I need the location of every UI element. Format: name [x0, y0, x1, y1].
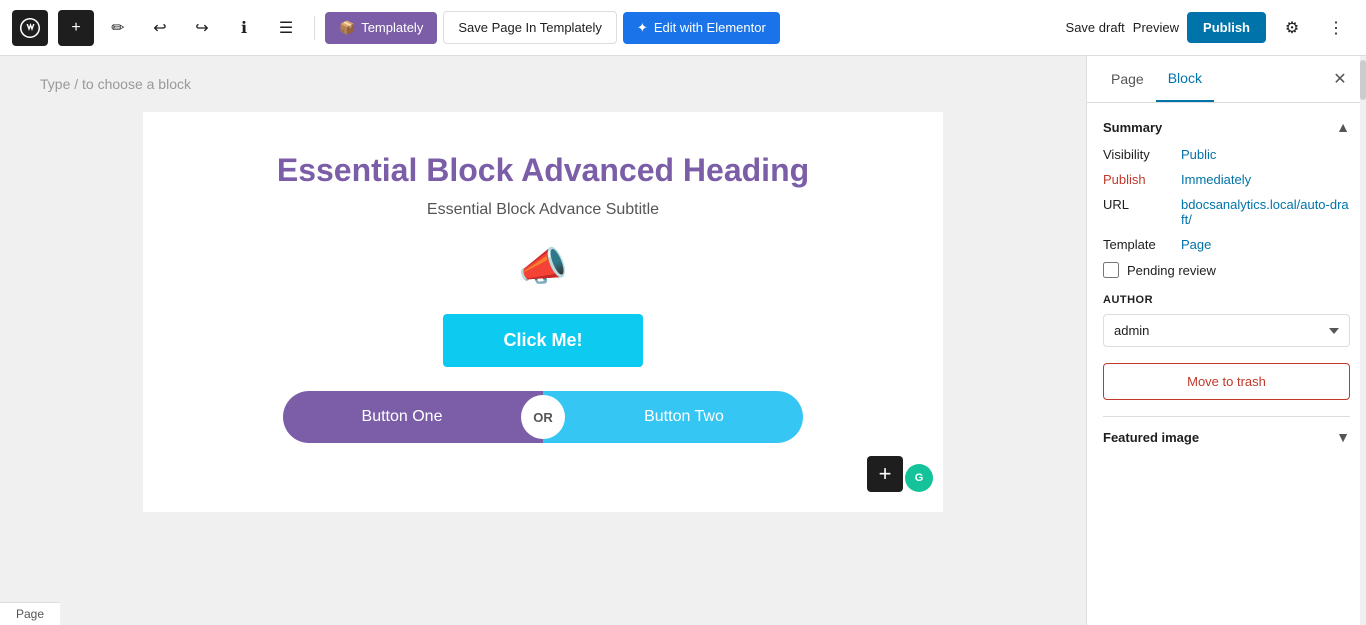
toolbar-right: Save draft Preview Publish ⚙ ⋮: [1066, 10, 1354, 46]
more-options-button[interactable]: ⋮: [1318, 10, 1354, 46]
pending-review-checkbox[interactable]: [1103, 262, 1119, 278]
featured-image-header[interactable]: Featured image ▼: [1103, 429, 1350, 445]
content-area: Essential Block Advanced Heading Essenti…: [143, 112, 943, 512]
author-section: AUTHOR admin: [1103, 294, 1350, 347]
close-icon: ✕: [1333, 69, 1346, 89]
visibility-label: Visibility: [1103, 147, 1173, 162]
status-bar: Page: [0, 602, 60, 625]
plus-icon: +: [879, 461, 892, 487]
publish-label: Publish: [1103, 172, 1173, 187]
panel-tabs: Page Block ✕: [1087, 56, 1366, 103]
author-label: AUTHOR: [1103, 294, 1350, 306]
url-value[interactable]: bdocsanalytics.local/auto-draft/: [1181, 197, 1350, 227]
editor-area[interactable]: Type / to choose a block Essential Block…: [0, 56, 1086, 625]
publish-button[interactable]: Publish: [1187, 12, 1266, 43]
tab-page[interactable]: Page: [1099, 56, 1156, 102]
redo-icon: ↪: [195, 18, 208, 38]
gear-icon: ⚙: [1285, 18, 1299, 38]
tab-block[interactable]: Block: [1156, 56, 1214, 102]
add-block-inline-button[interactable]: +: [867, 456, 903, 492]
close-panel-button[interactable]: ✕: [1326, 65, 1354, 93]
featured-image-toggle-button[interactable]: ▼: [1336, 429, 1350, 445]
button-one[interactable]: Button One: [283, 391, 521, 443]
elementor-button[interactable]: ✦ Edit with Elementor: [623, 12, 780, 44]
add-block-button[interactable]: +: [58, 10, 94, 46]
chevron-down-icon: ▼: [1336, 429, 1350, 445]
publish-value[interactable]: Immediately: [1181, 172, 1251, 187]
block-hint: Type / to choose a block: [40, 76, 1046, 92]
panel-content: Summary ▲ Visibility Public Publish Imme…: [1087, 103, 1366, 625]
redo-button[interactable]: ↪: [184, 10, 220, 46]
edit-tool-button[interactable]: ✏: [100, 10, 136, 46]
template-row: Template Page: [1103, 237, 1350, 252]
right-panel: Page Block ✕ Summary ▲ Visibility Public: [1086, 56, 1366, 625]
featured-image-section: Featured image ▼: [1103, 416, 1350, 445]
summary-header: Summary ▲: [1103, 119, 1350, 135]
info-icon: ℹ: [241, 18, 247, 38]
ellipsis-icon: ⋮: [1328, 18, 1344, 38]
icon-block: 📣: [183, 243, 903, 290]
summary-collapse-button[interactable]: ▲: [1336, 119, 1350, 135]
undo-button[interactable]: ↩: [142, 10, 178, 46]
publish-row: Publish Immediately: [1103, 172, 1350, 187]
grammarly-icon: G: [905, 464, 933, 492]
template-value[interactable]: Page: [1181, 237, 1211, 252]
move-to-trash-button[interactable]: Move to trash: [1103, 363, 1350, 400]
panel-scrollbar-thumb: [1360, 60, 1366, 100]
info-button[interactable]: ℹ: [226, 10, 262, 46]
undo-icon: ↩: [153, 18, 166, 38]
preview-button[interactable]: Preview: [1133, 20, 1179, 35]
save-templately-button[interactable]: Save Page In Templately: [443, 11, 617, 44]
panel-scrollbar[interactable]: [1360, 56, 1366, 625]
visibility-row: Visibility Public: [1103, 147, 1350, 162]
subtitle[interactable]: Essential Block Advance Subtitle: [183, 201, 903, 219]
megaphone-icon: 📣: [518, 245, 568, 289]
url-row: URL bdocsanalytics.local/auto-draft/: [1103, 197, 1350, 227]
save-draft-button[interactable]: Save draft: [1066, 20, 1125, 35]
status-label: Page: [16, 607, 44, 621]
templately-button[interactable]: 📦 Templately: [325, 12, 437, 44]
pending-review-label: Pending review: [1127, 263, 1216, 278]
url-label: URL: [1103, 197, 1173, 212]
button-two[interactable]: Button Two: [565, 391, 803, 443]
summary-section: Summary ▲ Visibility Public Publish Imme…: [1103, 119, 1350, 278]
pencil-icon: ✏: [111, 18, 124, 38]
or-separator: OR: [521, 395, 565, 439]
click-me-button[interactable]: Click Me!: [443, 314, 643, 367]
plus-icon: +: [71, 19, 80, 37]
template-label: Template: [1103, 237, 1173, 252]
dual-button-group: Button One OR Button Two: [283, 391, 803, 443]
toolbar-separator: [314, 16, 315, 40]
list-view-button[interactable]: ☰: [268, 10, 304, 46]
visibility-value[interactable]: Public: [1181, 147, 1216, 162]
list-icon: ☰: [279, 18, 293, 38]
featured-image-title: Featured image: [1103, 430, 1199, 445]
summary-title: Summary: [1103, 120, 1162, 135]
pending-review-row: Pending review: [1103, 262, 1350, 278]
chevron-up-icon: ▲: [1336, 119, 1350, 135]
advanced-heading[interactable]: Essential Block Advanced Heading: [183, 152, 903, 189]
elementor-icon: ✦: [637, 20, 648, 36]
toolbar: + ✏ ↩ ↪ ℹ ☰ 📦 Templately Save Page In Te…: [0, 0, 1366, 56]
author-select[interactable]: admin: [1103, 314, 1350, 347]
templately-icon: 📦: [339, 20, 355, 36]
settings-button[interactable]: ⚙: [1274, 10, 1310, 46]
wp-logo: [12, 10, 48, 46]
main-layout: Type / to choose a block Essential Block…: [0, 56, 1366, 625]
